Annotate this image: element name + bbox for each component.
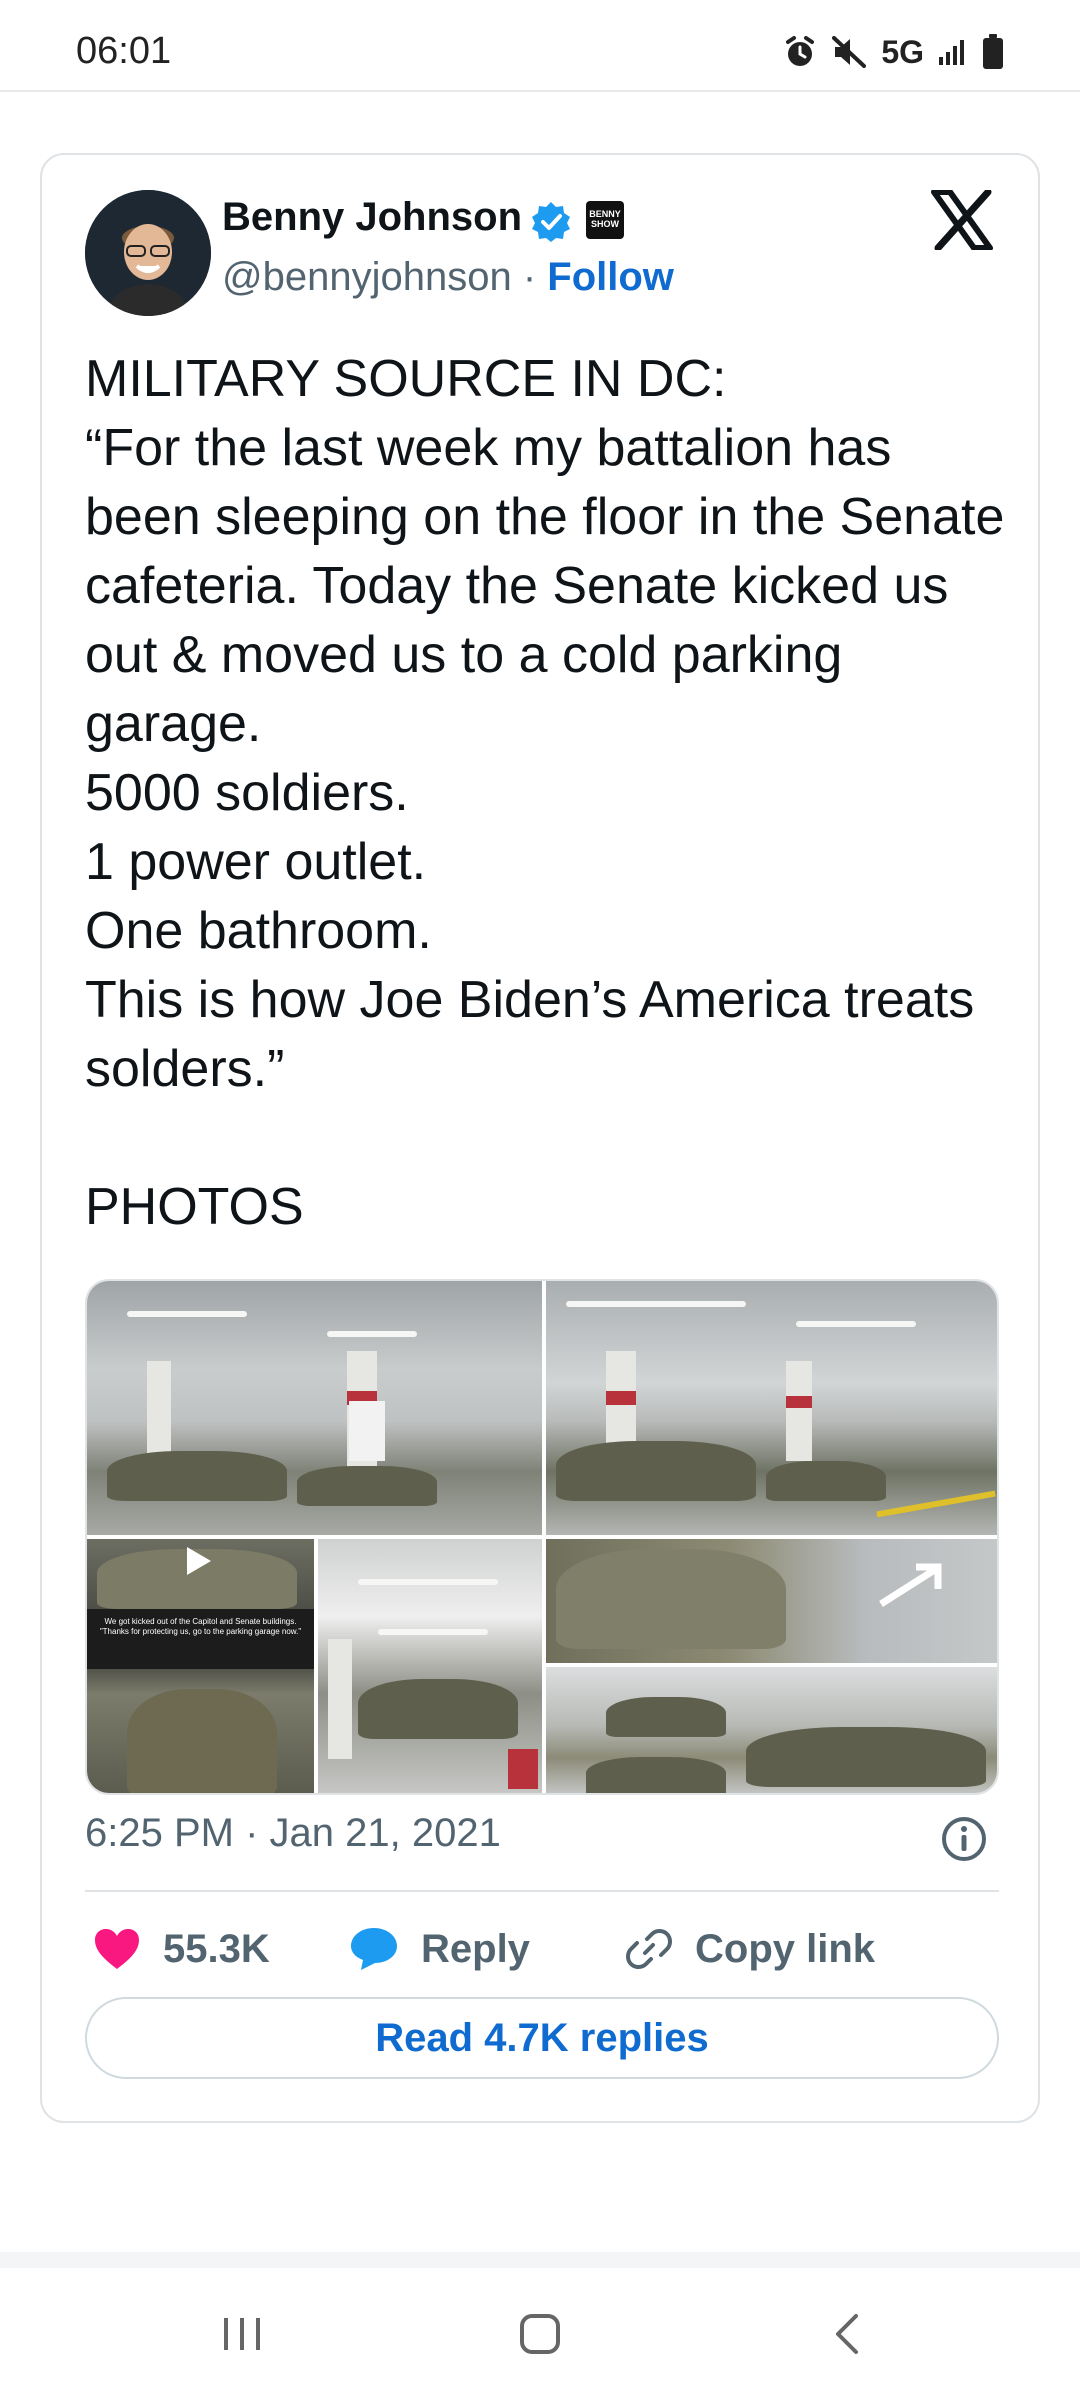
status-bar: 06:01 5G: [0, 0, 1080, 92]
tweet-timestamp[interactable]: 6:25 PM · Jan 21, 2021: [85, 1811, 501, 1856]
benny-show-badge: BENNY SHOW: [586, 201, 624, 239]
handle-row: @bennyjohnson · Follow: [222, 255, 674, 300]
recents-icon[interactable]: [220, 2312, 264, 2356]
signal-icon: [939, 40, 964, 65]
status-icons: 5G: [783, 30, 1004, 74]
play-icon[interactable]: [187, 1547, 211, 1575]
author-handle[interactable]: @bennyjohnson: [222, 255, 512, 299]
follow-button[interactable]: Follow: [547, 255, 674, 299]
tweet-actions: 55.3K Reply Copy link: [85, 1919, 999, 1979]
tweet-card[interactable]: Benny Johnson BENNY SHOW @bennyjohnson ·…: [40, 153, 1040, 2123]
reply-bubble-icon: [351, 1928, 397, 1970]
reply-button[interactable]: Reply: [349, 1919, 530, 1979]
status-time: 06:01: [76, 30, 172, 72]
photo-2[interactable]: [546, 1281, 997, 1535]
tweet-text: MILITARY SOURCE IN DC: “For the last wee…: [85, 350, 1005, 1236]
video-caption: We got kicked out of the Capitol and Sen…: [87, 1609, 314, 1669]
read-replies-button[interactable]: Read 4.7K replies: [85, 1997, 999, 2079]
verified-badge-icon: [532, 202, 570, 242]
photo-4[interactable]: [318, 1539, 542, 1793]
copy-link-label: Copy link: [695, 1926, 876, 1971]
photo-3-video[interactable]: We got kicked out of the Capitol and Sen…: [87, 1539, 314, 1793]
back-icon[interactable]: [826, 2312, 870, 2356]
system-nav-bar: [0, 2252, 1080, 2400]
info-icon[interactable]: [940, 1815, 988, 1863]
author-avatar[interactable]: [85, 190, 211, 316]
photo-5[interactable]: [546, 1539, 997, 1663]
reply-label: Reply: [421, 1926, 530, 1971]
photo-grid[interactable]: We got kicked out of the Capitol and Sen…: [85, 1279, 999, 1795]
divider: [85, 1890, 999, 1892]
home-icon[interactable]: [518, 2312, 562, 2356]
x-logo-icon[interactable]: [930, 190, 994, 250]
handle-separator: ·: [511, 255, 548, 299]
link-icon: [626, 1929, 672, 1969]
photo-6[interactable]: [546, 1667, 997, 1793]
author-name[interactable]: Benny Johnson: [222, 195, 522, 240]
alarm-icon: [786, 36, 815, 66]
copy-link-button[interactable]: Copy link: [625, 1919, 875, 1979]
photo-1[interactable]: [87, 1281, 542, 1535]
like-count: 55.3K: [163, 1926, 270, 1971]
battery-icon: [983, 34, 1003, 69]
network-label: 5G: [881, 33, 924, 70]
like-button[interactable]: 55.3K: [93, 1919, 270, 1979]
heart-icon: [95, 1929, 139, 1969]
mute-icon: [832, 36, 867, 68]
